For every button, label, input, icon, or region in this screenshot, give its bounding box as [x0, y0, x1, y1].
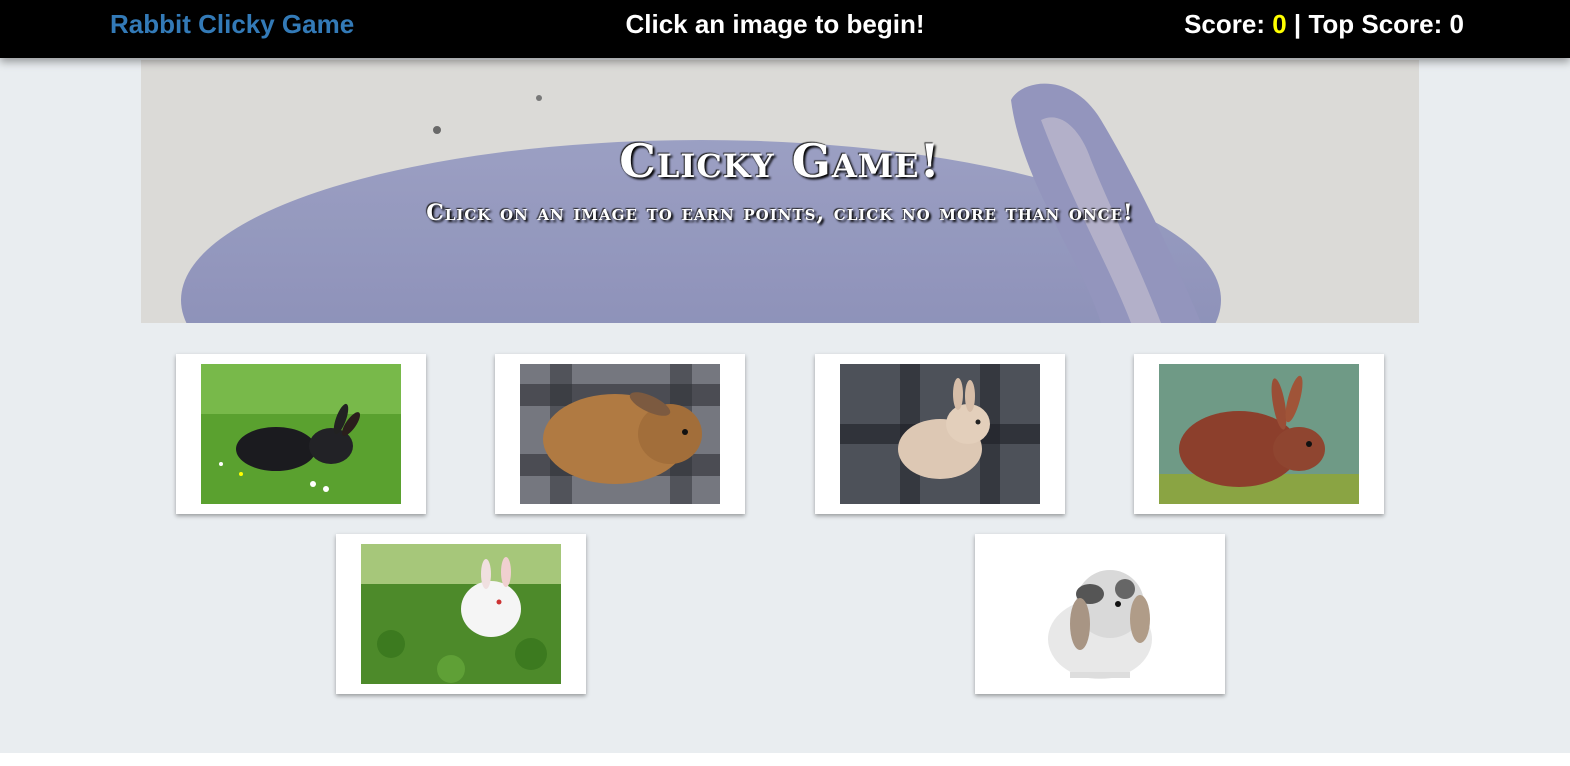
rabbit-card[interactable]: [336, 534, 586, 694]
hero-rabbit-image: [141, 60, 1419, 323]
rabbit-card[interactable]: [176, 354, 426, 514]
rabbit-card[interactable]: [495, 354, 745, 514]
score-value: 0: [1272, 9, 1287, 39]
score-display: Score: 0 | Top Score: 0: [1184, 9, 1464, 39]
hero-subtitle: Click on an image to earn points, click …: [426, 200, 1134, 226]
hero-banner: Clicky Game! Click on an image to earn p…: [141, 60, 1419, 323]
rabbit-card[interactable]: [815, 354, 1065, 514]
rabbit-image[interactable]: [840, 364, 1040, 504]
main-content: Clicky Game! Click on an image to earn p…: [0, 58, 1570, 753]
rabbit-image[interactable]: [201, 364, 401, 504]
rabbit-image[interactable]: [1159, 364, 1359, 504]
score-label: Score:: [1184, 9, 1273, 39]
navbar: Rabbit Clicky Game Click an image to beg…: [0, 0, 1570, 58]
rabbit-image[interactable]: [520, 364, 720, 504]
score-separator: |: [1286, 9, 1309, 39]
rabbit-image[interactable]: [1000, 544, 1200, 684]
top-score-label: Top Score:: [1308, 9, 1450, 39]
rabbit-image[interactable]: [361, 544, 561, 684]
rabbit-card[interactable]: [1134, 354, 1384, 514]
rabbit-card[interactable]: [975, 534, 1225, 694]
hero-title: Clicky Game!: [619, 134, 941, 188]
top-score-value: 0: [1449, 9, 1464, 39]
